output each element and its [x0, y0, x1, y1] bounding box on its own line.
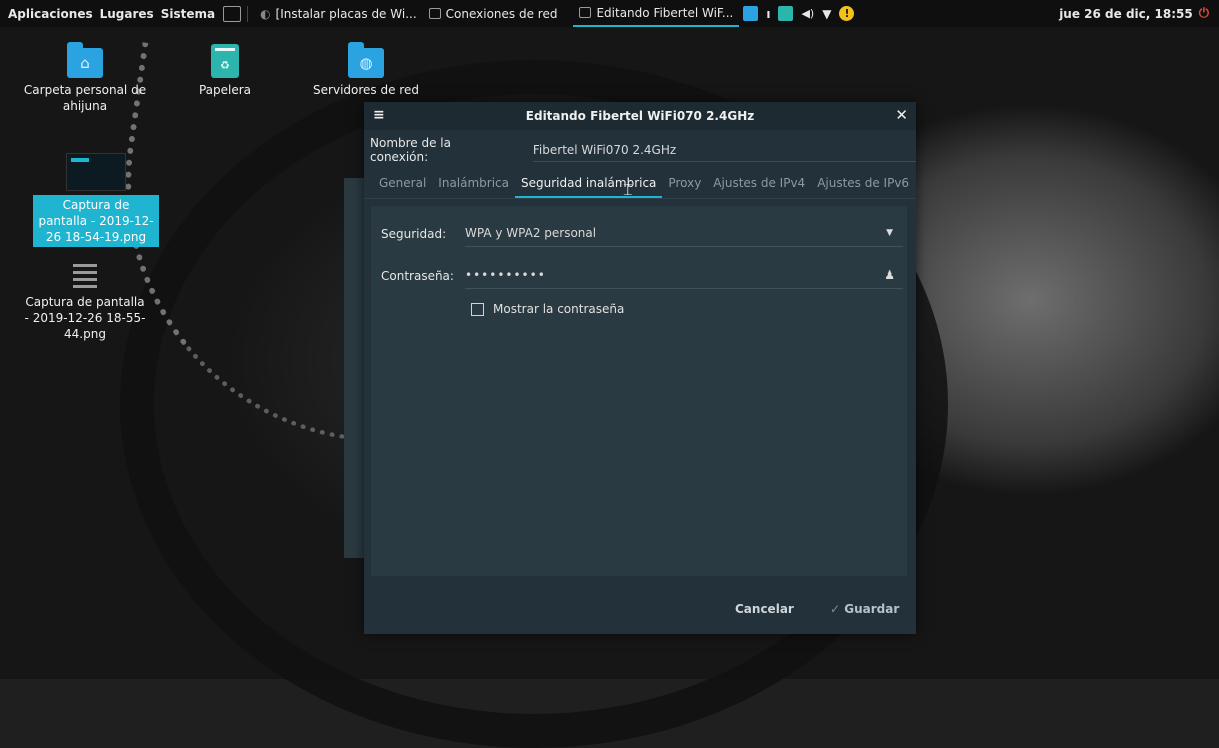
desktop-icon-label: Papelera [198, 83, 252, 97]
edit-connection-dialog: ≡ Editando Fibertel WiFi070 2.4GHz ✕ Nom… [364, 102, 916, 634]
desktop-icon-home[interactable]: ⌂ Carpeta personal de ahijuna [22, 42, 148, 114]
network-connections-icon [428, 8, 441, 19]
desktop-icon-label: Captura de pantalla - 2019-12-26 18-55-4… [24, 295, 146, 341]
tab-seguridad-inalambrica[interactable]: Seguridad inalámbrica [515, 176, 663, 198]
save-button[interactable]: ✓ Guardar [830, 602, 899, 616]
browser-icon: ◐ [260, 6, 271, 21]
warning-icon[interactable]: ! [839, 6, 855, 21]
connection-name-input[interactable] [532, 138, 916, 162]
show-password-label: Mostrar la contraseña [493, 302, 625, 316]
connection-name-label: Nombre de la conexión: [370, 136, 451, 164]
security-panel: Seguridad: WPA y WPA2 personal ▼ Contras… [371, 206, 907, 576]
security-label: Seguridad: [381, 226, 447, 241]
info-icon[interactable]: ı [766, 7, 770, 21]
task-instalar-placas[interactable]: ◐ [Instalar placas de Wi... [254, 0, 423, 27]
volume-icon[interactable]: ◀) [801, 7, 814, 20]
mouse-cursor-icon: ⌶ [623, 180, 633, 199]
cancel-button[interactable]: Cancelar [735, 602, 794, 616]
trash-icon: ♻ [211, 44, 239, 78]
connection-name-row: Nombre de la conexión: [364, 130, 916, 170]
power-icon[interactable]: ⏻ [1199, 6, 1219, 21]
show-desktop-icon[interactable] [223, 5, 242, 22]
password-row: Contraseña: •••••••••• ♟ [381, 262, 903, 289]
task-editando-fibertel[interactable]: Editando Fibertel WiF... [573, 0, 740, 27]
desktop-icon-label: Servidores de red [313, 83, 419, 97]
home-folder-icon: ⌂ [67, 42, 103, 78]
desktop-icon-screenshot-1[interactable]: Captura de pantalla - 2019-12-26 18-54-1… [33, 153, 159, 247]
desktop-icon-trash[interactable]: ♻ Papelera [180, 44, 270, 98]
network-folder-icon: ◍ [348, 42, 384, 78]
dialog-tabs: General Inalámbrica Seguridad inalámbric… [364, 170, 916, 199]
system-tray: ı ◀) ▼ ! [743, 6, 855, 21]
desktop-icon-label: Carpeta personal de ahijuna [23, 83, 147, 113]
menu-sistema[interactable]: Sistema [161, 7, 215, 21]
menu-lugares[interactable]: Lugares [100, 7, 154, 21]
task-label: Conexiones de red [445, 6, 558, 21]
menu-aplicaciones[interactable]: Aplicaciones [8, 7, 93, 21]
tab-ipv6[interactable]: Ajustes de IPv6 [811, 176, 915, 198]
password-value: •••••••••• [465, 268, 546, 282]
tab-ipv4[interactable]: Ajustes de IPv4 [707, 176, 811, 198]
desktop-icon-screenshot-2[interactable]: Captura de pantalla - 2019-12-26 18-55-4… [22, 264, 148, 342]
security-value: WPA y WPA2 personal [465, 226, 597, 240]
show-password-checkbox[interactable] [471, 302, 484, 316]
password-label: Contraseña: [381, 268, 454, 283]
user-icon[interactable]: ♟ [884, 268, 903, 282]
menu-icon[interactable]: ≡ [373, 107, 385, 123]
clock[interactable]: jue 26 de dic, 18:55 [1059, 7, 1199, 21]
task-label: Editando Fibertel WiF... [596, 5, 734, 20]
chevron-down-icon: ▼ [886, 228, 893, 238]
security-row: Seguridad: WPA y WPA2 personal ▼ [381, 220, 903, 247]
panel-separator [247, 5, 249, 22]
updates-icon[interactable] [743, 6, 759, 21]
tab-inalambrica[interactable]: Inalámbrica [432, 176, 515, 198]
network-editor-icon [579, 7, 592, 18]
wifi-icon[interactable]: ▼ [822, 7, 831, 21]
tab-proxy[interactable]: Proxy [662, 176, 707, 198]
dialog-title: Editando Fibertel WiFi070 2.4GHz [525, 109, 755, 123]
document-icon [73, 264, 97, 290]
dialog-titlebar[interactable]: ≡ Editando Fibertel WiFi070 2.4GHz ✕ [364, 102, 916, 130]
show-password-row[interactable]: Mostrar la contraseña [471, 302, 624, 316]
save-label: Guardar [844, 602, 900, 616]
close-icon[interactable]: ✕ [895, 106, 908, 124]
image-thumbnail-icon [66, 153, 126, 191]
background-window[interactable] [344, 178, 366, 558]
vpn-icon[interactable] [778, 6, 794, 21]
desktop-icon-label: Captura de pantalla - 2019-12-26 18-54-1… [33, 195, 159, 247]
task-label: [Instalar placas de Wi... [275, 6, 417, 21]
password-input[interactable]: •••••••••• ♟ [465, 262, 903, 289]
security-select[interactable]: WPA y WPA2 personal ▼ [465, 220, 903, 247]
task-conexiones-red[interactable]: Conexiones de red [423, 0, 564, 27]
checkmark-icon: ✓ [830, 602, 841, 616]
desktop-icon-network-servers[interactable]: ◍ Servidores de red [306, 42, 426, 98]
top-panel: Aplicaciones Lugares Sistema ◐ [Instalar… [0, 0, 1219, 27]
tab-general[interactable]: General [373, 176, 432, 198]
